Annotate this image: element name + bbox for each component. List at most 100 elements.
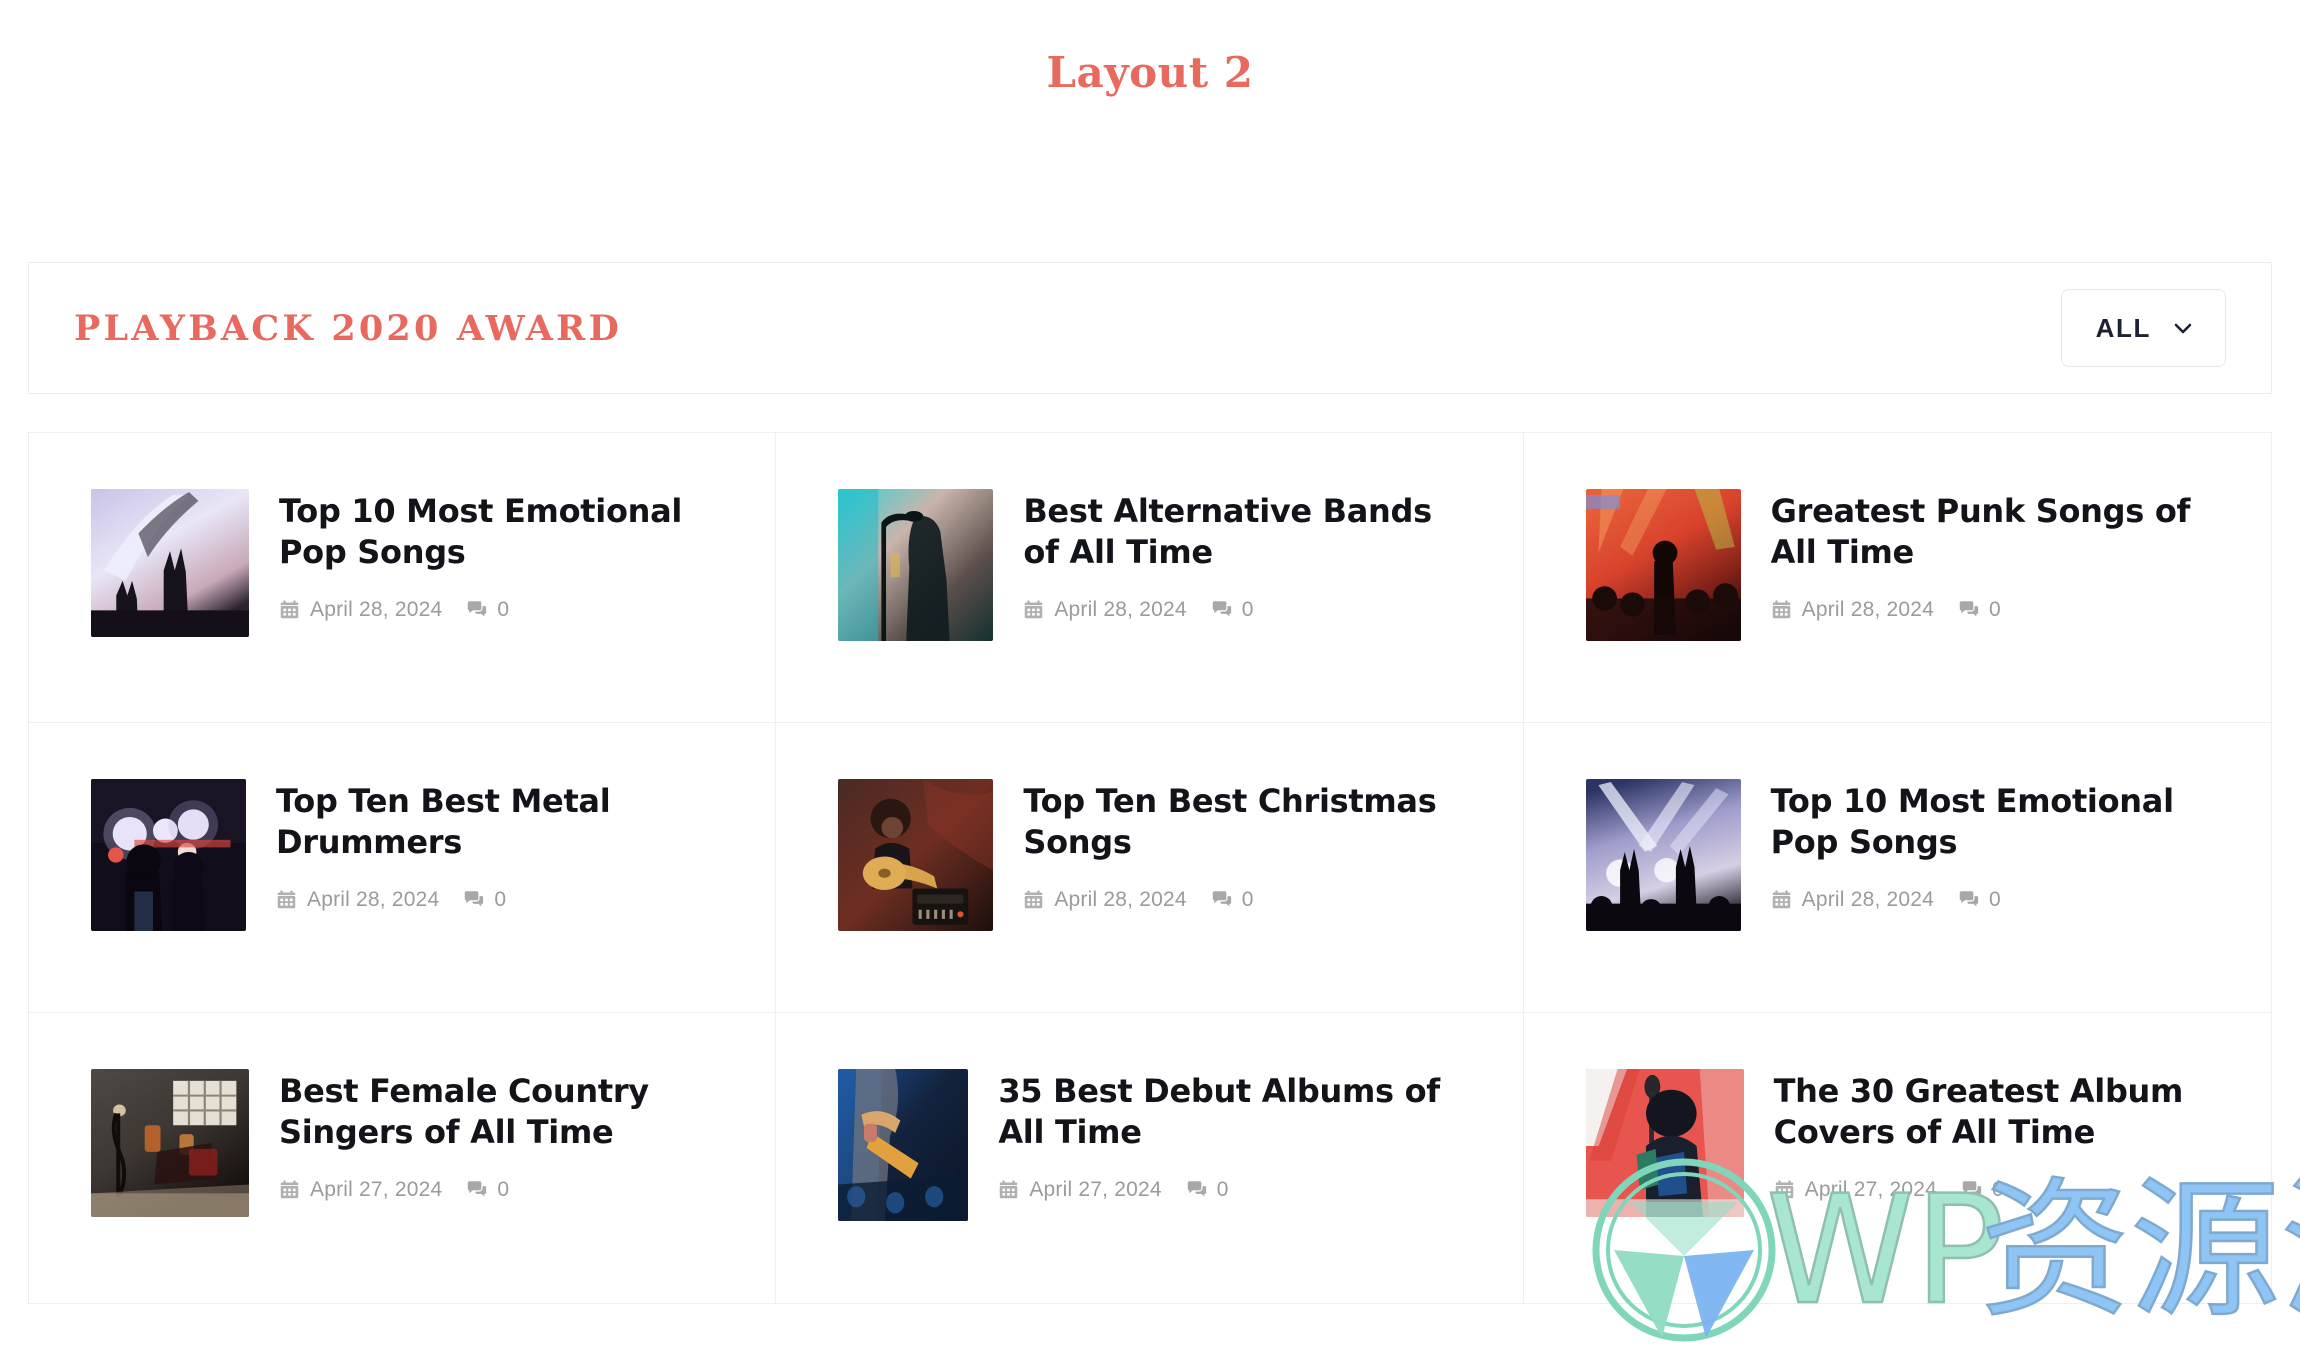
post-meta: April 28, 2024 0 — [1023, 889, 1474, 910]
post-meta: April 27, 2024 0 — [279, 1179, 727, 1200]
comments-icon — [1958, 889, 1979, 910]
post-title[interactable]: Top 10 Most Emotional Pop Songs — [1771, 781, 2223, 863]
post-date-text: April 28, 2024 — [1801, 887, 1935, 911]
post-thumbnail[interactable] — [91, 489, 249, 637]
post-comments: 0 — [466, 1179, 509, 1200]
post-date: April 27, 2024 — [998, 1177, 1162, 1201]
comments-icon — [1211, 889, 1232, 910]
post-comment-count: 0 — [1992, 1177, 2004, 1201]
post-body: Best Alternative Bands of All Time April… — [1023, 489, 1474, 620]
post-meta: April 28, 2024 0 — [1023, 599, 1474, 620]
post-card[interactable]: Best Alternative Bands of All Time April… — [776, 433, 1524, 723]
post-meta: April 28, 2024 0 — [1771, 599, 2223, 620]
calendar-icon — [279, 599, 300, 620]
post-thumbnail[interactable] — [1585, 779, 1741, 931]
calendar-icon — [1771, 599, 1792, 620]
post-comments: 0 — [1961, 1179, 2004, 1200]
post-comments: 0 — [1211, 889, 1254, 910]
post-comments: 0 — [463, 889, 506, 910]
post-comment-count: 0 — [497, 597, 510, 621]
calendar-icon — [998, 1179, 1019, 1200]
comments-icon — [466, 599, 487, 620]
post-comment-count: 0 — [1241, 597, 1254, 621]
post-thumbnail[interactable] — [838, 1069, 969, 1221]
post-card[interactable]: Top Ten Best Metal Drummers April 28, 20… — [29, 723, 777, 1013]
post-title[interactable]: 35 Best Debut Albums of All Time — [998, 1071, 1474, 1153]
comments-icon — [1958, 599, 1979, 620]
post-comment-count: 0 — [1989, 887, 2001, 911]
post-comment-count: 0 — [1989, 597, 2001, 621]
post-thumbnail[interactable] — [1585, 489, 1741, 641]
category-filter-dropdown[interactable]: ALL — [2060, 289, 2226, 367]
post-comment-count: 0 — [494, 887, 507, 911]
post-date-text: April 28, 2024 — [1054, 887, 1187, 911]
post-date: April 27, 2024 — [1774, 1179, 1937, 1200]
post-comment-count: 0 — [1216, 1177, 1229, 1201]
post-card[interactable]: The 30 Greatest Album Covers of All Time… — [1524, 1013, 2271, 1303]
calendar-icon — [1023, 889, 1044, 910]
post-comments: 0 — [1186, 1179, 1229, 1200]
post-card[interactable]: Greatest Punk Songs of All Time April 28… — [1523, 433, 2271, 723]
post-meta: April 28, 2024 0 — [279, 599, 727, 620]
post-date-text: April 27, 2024 — [1804, 1177, 1938, 1201]
post-body: Top Ten Best Christmas Songs April 28, 2… — [1023, 779, 1474, 910]
post-date: April 28, 2024 — [276, 889, 439, 910]
post-date-text: April 27, 2024 — [310, 1177, 443, 1201]
post-comment-count: 0 — [1241, 887, 1254, 911]
post-meta: April 28, 2024 0 — [276, 889, 727, 910]
post-date: April 28, 2024 — [1023, 597, 1187, 621]
section-heading: Playback 2020 Award — [74, 307, 622, 349]
comments-icon — [1211, 599, 1232, 620]
posts-grid: Top 10 Most Emotional Pop Songs April 28… — [28, 432, 2272, 1304]
category-filter-label: ALL — [2095, 313, 2151, 343]
calendar-icon — [1774, 1179, 1795, 1200]
post-title[interactable]: Top 10 Most Emotional Pop Songs — [279, 491, 727, 573]
post-card[interactable]: Top 10 Most Emotional Pop Songs April 28… — [1523, 723, 2271, 1013]
post-body: Top 10 Most Emotional Pop Songs April 28… — [279, 489, 727, 620]
post-title[interactable]: Top Ten Best Christmas Songs — [1023, 781, 1474, 863]
post-title[interactable]: The 30 Greatest Album Covers of All Time — [1774, 1071, 2223, 1153]
post-card[interactable]: 35 Best Debut Albums of All Time April 2… — [776, 1013, 1524, 1303]
post-thumbnail[interactable] — [91, 1069, 249, 1217]
calendar-icon — [276, 889, 297, 910]
post-date-text: April 27, 2024 — [1029, 1177, 1162, 1201]
post-card[interactable]: Top 10 Most Emotional Pop Songs April 28… — [29, 433, 777, 723]
comments-icon — [1961, 1179, 1982, 1200]
post-date-text: April 28, 2024 — [1054, 597, 1187, 621]
post-meta: April 28, 2024 0 — [1771, 889, 2223, 910]
post-date: April 28, 2024 — [279, 599, 442, 620]
comments-icon — [1186, 1179, 1207, 1200]
comments-icon — [466, 1179, 487, 1200]
post-date-text: April 28, 2024 — [1801, 597, 1935, 621]
page-title: Layout 2 — [1046, 48, 1254, 97]
post-comments: 0 — [466, 599, 509, 620]
post-title[interactable]: Best Female Country Singers of All Time — [279, 1071, 727, 1153]
calendar-icon — [1023, 599, 1044, 620]
post-thumbnail[interactable] — [838, 779, 994, 931]
chevron-down-icon — [2171, 316, 2195, 340]
post-card[interactable]: Top Ten Best Christmas Songs April 28, 2… — [776, 723, 1524, 1013]
post-date-text: April 28, 2024 — [307, 887, 440, 911]
post-thumbnail[interactable] — [838, 489, 994, 641]
post-comment-count: 0 — [497, 1177, 510, 1201]
post-title[interactable]: Greatest Punk Songs of All Time — [1771, 491, 2223, 573]
post-date: April 28, 2024 — [1771, 599, 1934, 620]
page-root: Layout 2 Playback 2020 Award ALL — [0, 0, 2300, 1346]
post-body: The 30 Greatest Album Covers of All Time… — [1774, 1069, 2223, 1200]
post-body: Top Ten Best Metal Drummers April 28, 20… — [276, 779, 727, 910]
post-title[interactable]: Top Ten Best Metal Drummers — [276, 781, 727, 863]
comments-icon — [463, 889, 484, 910]
post-card[interactable]: Best Female Country Singers of All Time … — [29, 1013, 777, 1303]
post-date: April 28, 2024 — [1023, 887, 1187, 911]
post-comments: 0 — [1211, 599, 1254, 620]
post-body: 35 Best Debut Albums of All Time April 2… — [998, 1069, 1474, 1200]
post-thumbnail[interactable] — [91, 779, 246, 931]
post-date-text: April 28, 2024 — [310, 597, 443, 621]
calendar-icon — [279, 1179, 300, 1200]
post-date: April 28, 2024 — [1771, 889, 1934, 910]
post-meta: April 27, 2024 0 — [1774, 1179, 2223, 1200]
calendar-icon — [1771, 889, 1792, 910]
post-body: Best Female Country Singers of All Time … — [279, 1069, 727, 1200]
post-title[interactable]: Best Alternative Bands of All Time — [1023, 491, 1474, 573]
post-thumbnail[interactable] — [1585, 1069, 1744, 1217]
